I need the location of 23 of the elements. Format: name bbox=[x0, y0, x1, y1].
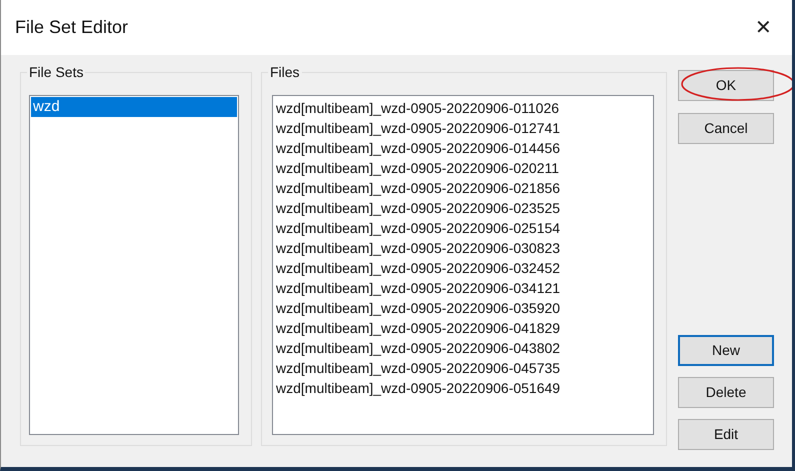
dialog-button[interactable]: OK bbox=[678, 70, 774, 101]
list-item[interactable]: wzd[multibeam]_wzd-0905-20220906-025154 bbox=[276, 218, 650, 238]
dialog-button[interactable]: Delete bbox=[678, 377, 774, 408]
dialog-button[interactable]: Cancel bbox=[678, 113, 774, 144]
list-item[interactable]: wzd[multibeam]_wzd-0905-20220906-023525 bbox=[276, 198, 650, 218]
list-item[interactable]: wzd[multibeam]_wzd-0905-20220906-011026 bbox=[276, 98, 650, 118]
window-title: File Set Editor bbox=[15, 16, 128, 39]
list-item[interactable]: wzd[multibeam]_wzd-0905-20220906-041829 bbox=[276, 318, 650, 338]
list-item[interactable]: wzd[multibeam]_wzd-0905-20220906-021856 bbox=[276, 178, 650, 198]
list-item[interactable]: wzd[multibeam]_wzd-0905-20220906-020211 bbox=[276, 158, 650, 178]
list-item[interactable]: wzd bbox=[31, 97, 237, 117]
dialog-button[interactable]: Edit bbox=[678, 419, 774, 450]
list-item[interactable]: wzd[multibeam]_wzd-0905-20220906-034121 bbox=[276, 278, 650, 298]
list-item[interactable]: wzd[multibeam]_wzd-0905-20220906-043802 bbox=[276, 338, 650, 358]
close-button[interactable]: ✕ bbox=[755, 12, 772, 42]
list-item[interactable]: wzd[multibeam]_wzd-0905-20220906-012741 bbox=[276, 118, 650, 138]
list-item[interactable]: wzd[multibeam]_wzd-0905-20220906-014456 bbox=[276, 138, 650, 158]
list-item[interactable]: wzd[multibeam]_wzd-0905-20220906-032452 bbox=[276, 258, 650, 278]
list-item[interactable]: wzd[multibeam]_wzd-0905-20220906-051649 bbox=[276, 378, 650, 398]
list-item[interactable]: wzd[multibeam]_wzd-0905-20220906-030823 bbox=[276, 238, 650, 258]
dialog-button[interactable]: New bbox=[678, 335, 774, 366]
list-item[interactable]: wzd[multibeam]_wzd-0905-20220906-045735 bbox=[276, 358, 650, 378]
list-item[interactable]: wzd[multibeam]_wzd-0905-20220906-035920 bbox=[276, 298, 650, 318]
